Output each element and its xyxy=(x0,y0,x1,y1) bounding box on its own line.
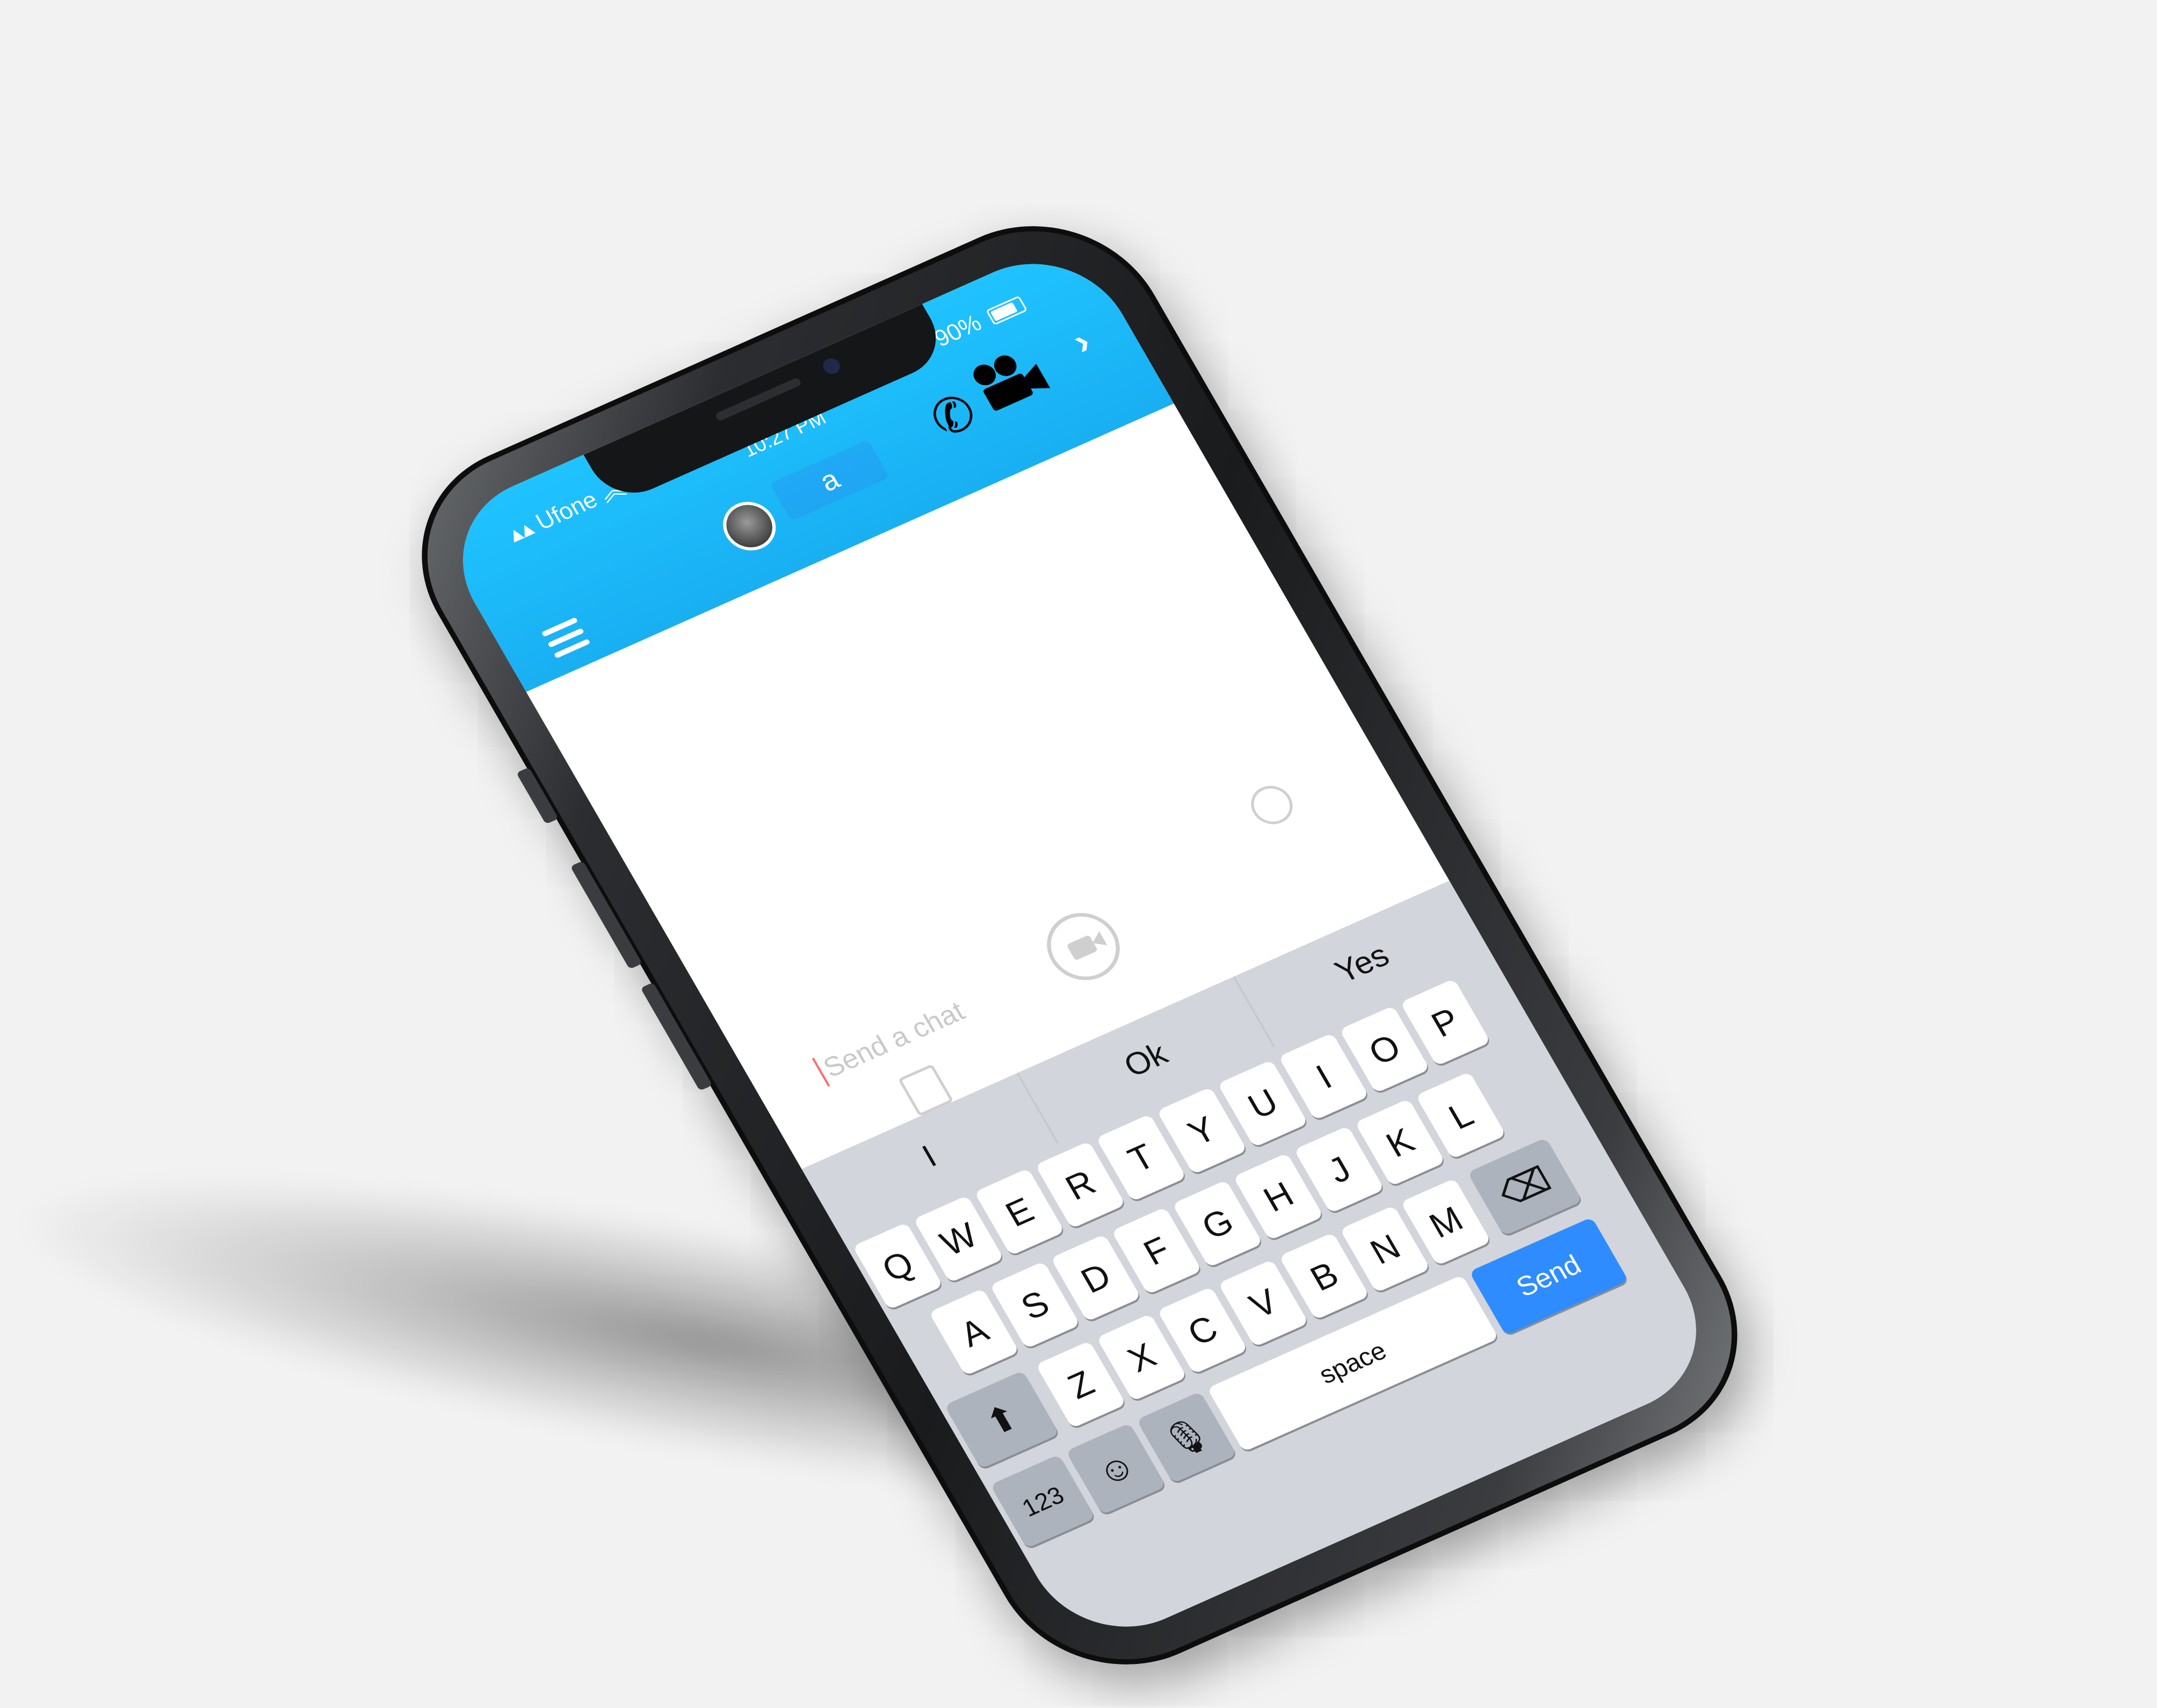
battery-fill xyxy=(990,302,1018,322)
menu-icon[interactable] xyxy=(541,617,591,659)
front-camera xyxy=(820,356,843,377)
phone-mockup: ▴▴ Ufone ︽ 10:27 PM ➤ ⏰ 90% a ✆ xyxy=(375,187,1784,1704)
battery-icon xyxy=(986,295,1028,326)
avatar[interactable] xyxy=(713,494,785,559)
scene: ▴▴ Ufone ︽ 10:27 PM ➤ ⏰ 90% a ✆ xyxy=(0,0,2157,1704)
carrier-name: Ufone xyxy=(531,486,602,535)
chevron-right-icon[interactable]: › xyxy=(1065,320,1098,363)
contact-name[interactable]: a xyxy=(770,439,890,521)
video-call-icon[interactable] xyxy=(962,340,1056,420)
